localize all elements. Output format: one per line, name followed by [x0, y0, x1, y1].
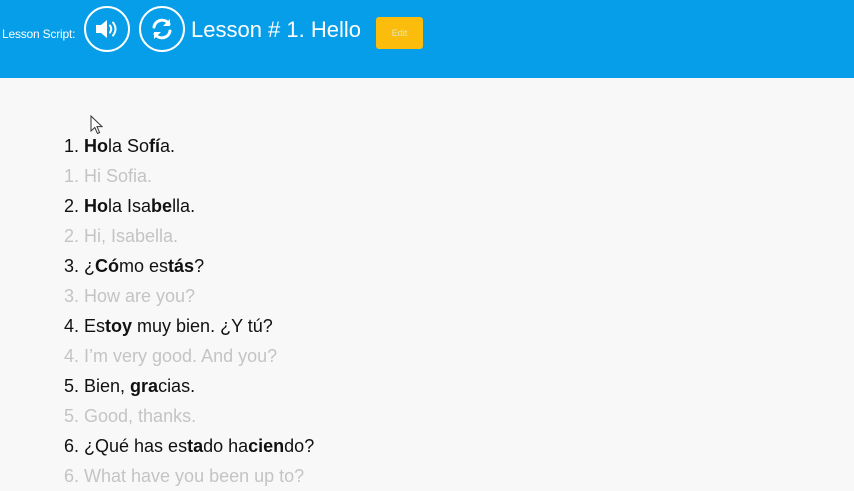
stressed-syllable: cien	[248, 436, 285, 456]
english-translation-line: 2. Hi, Isabella.	[64, 221, 314, 251]
line-text: 4. Es	[64, 316, 106, 336]
line-text: 6. What have you been up to?	[64, 466, 305, 486]
line-text: la Isa	[108, 196, 152, 216]
stressed-syllable: tás	[168, 256, 195, 276]
spanish-line: 3. ¿Cómo estás?	[64, 251, 314, 281]
english-translation-line: 6. What have you been up to?	[64, 461, 314, 491]
line-text: muy bien. ¿Y tú?	[132, 316, 273, 336]
stressed-syllable: be	[151, 196, 173, 216]
line-text: do?	[284, 436, 315, 456]
lesson-script-label: Lesson Script:	[2, 27, 76, 41]
line-text: 4. I’m very good. And you?	[64, 346, 278, 366]
spanish-line: 6. ¿Qué has estado haciendo?	[64, 431, 314, 461]
line-text: ?	[194, 256, 205, 276]
english-translation-line: 5. Good, thanks.	[64, 401, 314, 431]
spanish-line: 1. Hola Sofía.	[64, 131, 314, 161]
edit-button[interactable]: Edit	[376, 17, 423, 49]
stressed-syllable: gra	[130, 376, 159, 396]
english-translation-line: 1. Hi Sofia.	[64, 161, 314, 191]
line-text: 2.	[64, 196, 85, 216]
line-text: la So	[108, 136, 150, 156]
stressed-syllable: ta	[187, 436, 204, 456]
stressed-syllable: fí	[149, 136, 161, 156]
line-text: 3. ¿	[64, 256, 96, 276]
line-text: mo es	[119, 256, 169, 276]
stressed-syllable: toy	[105, 316, 133, 336]
line-text: 2. Hi, Isabella.	[64, 226, 179, 246]
speaker-icon	[96, 20, 117, 38]
dialogue-list: 1. Hola Sofía. 1. Hi Sofia. 2. Hola Isabel…	[64, 131, 314, 491]
line-text: 3. How are you?	[64, 286, 196, 306]
stressed-syllable: Ho	[84, 196, 109, 216]
play-audio-button[interactable]	[84, 6, 130, 52]
lesson-header: Lesson Script: Lesson # 1. Hello Edit	[0, 0, 854, 78]
stressed-syllable: Ho	[84, 136, 109, 156]
line-text: 1. Hi Sofia.	[64, 166, 153, 186]
line-text: lla.	[172, 196, 196, 216]
spanish-line: 4. Estoy muy bien. ¿Y tú?	[64, 311, 314, 341]
line-text: 6. ¿Qué has es	[64, 436, 188, 456]
line-text: 5. Bien,	[64, 376, 131, 396]
english-translation-line: 3. How are you?	[64, 281, 314, 311]
english-translation-line: 4. I’m very good. And you?	[64, 341, 314, 371]
refresh-icon	[152, 18, 172, 40]
spanish-line: 2. Hola Isabella.	[64, 191, 314, 221]
line-text: a.	[160, 136, 176, 156]
line-text: 5. Good, thanks.	[64, 406, 197, 426]
spanish-line: 5. Bien, gracias.	[64, 371, 314, 401]
line-text: cias.	[158, 376, 196, 396]
stressed-syllable: Có	[95, 256, 120, 276]
lesson-title: Lesson # 1. Hello	[191, 17, 361, 42]
line-text: 1.	[64, 136, 85, 156]
reload-button[interactable]	[139, 6, 185, 52]
line-text: do ha	[203, 436, 249, 456]
